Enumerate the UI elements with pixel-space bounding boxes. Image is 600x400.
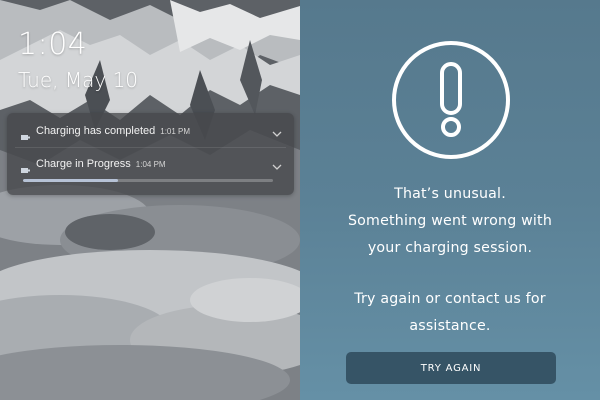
error-message-line: Something went wrong with — [347, 213, 553, 229]
notification-title: Charge in Progress — [36, 158, 131, 170]
lock-screen-panel: 1:04 Tue, May 10 Charging has completed … — [0, 0, 300, 400]
charging-app-icon — [21, 128, 30, 140]
chevron-down-icon[interactable] — [272, 158, 282, 170]
error-panel: That’s unusual. Something went wrong wit… — [300, 0, 600, 400]
notification-charging-completed[interactable]: Charging has completed 1:01 PM — [7, 115, 294, 147]
help-message: Try again or contact us for assistance. — [310, 286, 590, 340]
lock-screen-clock: 1:04 — [18, 27, 88, 62]
notification-charge-in-progress[interactable]: Charge in Progress 1:04 PM — [7, 148, 294, 180]
exclamation-circle-icon — [392, 41, 510, 159]
error-message-line: That’s unusual. — [394, 186, 506, 202]
charge-progress-bar — [23, 179, 273, 182]
help-message-line: assistance. — [409, 318, 491, 334]
charging-app-icon — [21, 161, 30, 173]
error-message-line: your charging session. — [367, 240, 533, 256]
try-again-button[interactable]: TRY AGAIN — [346, 352, 556, 384]
screen: 1:04 Tue, May 10 Charging has completed … — [0, 0, 600, 400]
notification-time: 1:04 PM — [135, 159, 166, 169]
notification-time: 1:01 PM — [160, 126, 191, 136]
chevron-down-icon[interactable] — [272, 125, 282, 137]
charge-progress-fill — [23, 179, 118, 182]
help-message-line: Try again or contact us for — [354, 291, 546, 307]
notification-card[interactable]: Charging has completed 1:01 PM Charge in… — [7, 113, 294, 195]
error-message: That’s unusual. Something went wrong wit… — [310, 181, 590, 262]
notification-title: Charging has completed — [36, 125, 156, 137]
lock-screen-date: Tue, May 10 — [18, 68, 139, 92]
